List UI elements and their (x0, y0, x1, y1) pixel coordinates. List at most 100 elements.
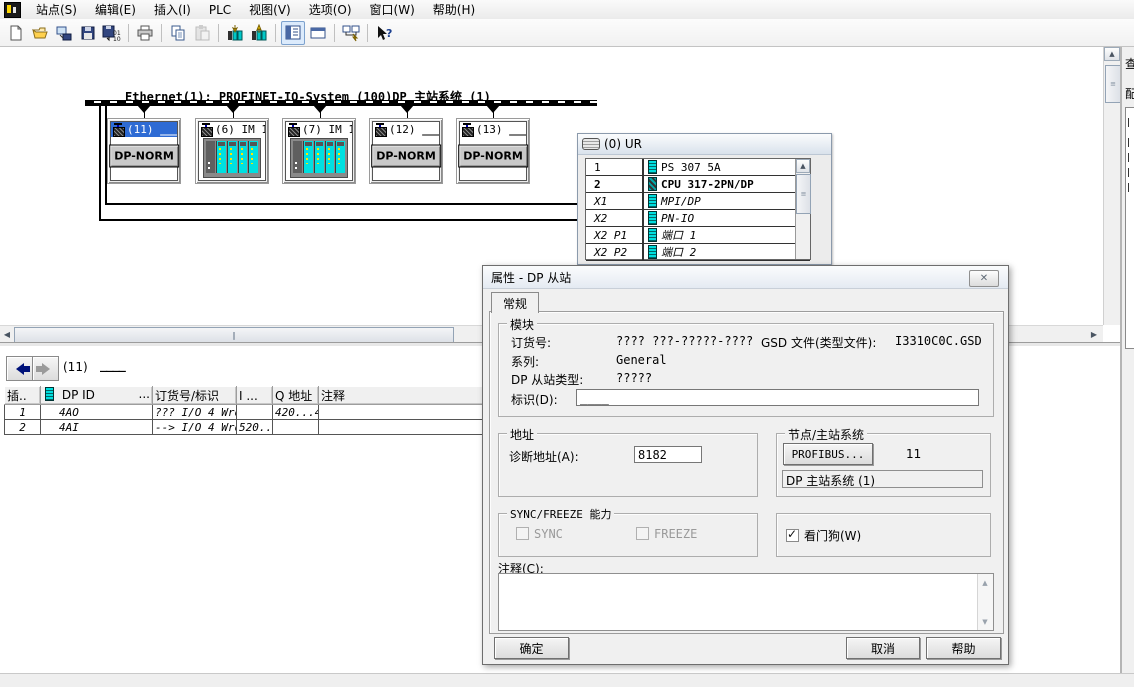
help-button[interactable]: 帮助 (926, 637, 1001, 659)
profibus-button[interactable]: PROFIBUS... (783, 443, 873, 465)
forward-arrow-icon (42, 363, 50, 375)
catalog-toggle-icon[interactable] (281, 21, 305, 45)
station-app-icon[interactable] (4, 2, 21, 18)
rack-row-x2[interactable]: X2 PN-IO (586, 210, 810, 227)
scroll-down-icon[interactable]: ▼ (979, 615, 991, 628)
dp-norm-badge: DP-NORM (371, 145, 441, 168)
rack-window[interactable]: (0) UR 1 PS 307 5A 2 CPU 317-2PN/DP X1 M… (577, 133, 832, 265)
menu-help[interactable]: 帮助(H) (424, 0, 484, 20)
open-icon[interactable] (29, 22, 51, 44)
scroll-up-icon[interactable]: ▲ (979, 576, 991, 589)
dp-slave-13[interactable]: (13) ____ DP-NORM (456, 118, 530, 184)
col-dp-id[interactable]: DP ID ... (41, 387, 153, 405)
col-i-addr[interactable]: I ... (237, 387, 273, 405)
hardware-catalog-panel[interactable]: 查 配 (1120, 47, 1134, 673)
dp-norm-badge: DP-NORM (458, 145, 528, 168)
forward-button[interactable] (32, 356, 59, 381)
rack-row-x1[interactable]: X1 MPI/DP (586, 193, 810, 210)
freeze-label: FREEZE (654, 527, 697, 541)
menu-station[interactable]: 站点(S) (27, 0, 86, 20)
drop-triangle (137, 105, 151, 113)
sync-checkbox-box (516, 527, 529, 540)
slot-number: X1 (586, 193, 644, 209)
col-slot[interactable]: 插.. (5, 387, 41, 405)
print-icon[interactable] (134, 22, 156, 44)
comment-textarea[interactable]: ▲ ▼ (498, 573, 994, 631)
address-overview-icon[interactable] (307, 22, 329, 44)
scroll-right-icon[interactable]: ▶ (1087, 327, 1101, 341)
hw-config-window: 站点(S) 编辑(E) 插入(I) PLC 视图(V) 选项(O) 窗口(W) … (0, 0, 1134, 687)
copy-icon[interactable] (167, 22, 189, 44)
group-label: 地址 (507, 426, 537, 443)
cell-order: --> I/O 4 Wrd (153, 420, 237, 435)
dp-slave-12[interactable]: (12) ____ DP-NORM (369, 118, 443, 184)
save-station-icon[interactable] (53, 22, 75, 44)
menu-plc[interactable]: PLC (200, 1, 240, 19)
master-system-box: DP 主站系统 (1) (782, 470, 983, 488)
dp-slave-11[interactable]: (11) ____ DP-NORM (107, 118, 181, 184)
menu-options[interactable]: 选项(O) (300, 0, 361, 20)
drop-triangle (486, 105, 500, 113)
device-title[interactable]: (7) IM 15 (286, 122, 352, 137)
save-icon[interactable] (77, 22, 99, 44)
device-title[interactable]: (12) ____ (373, 122, 439, 137)
dialog-titlebar[interactable]: 属性 - DP 从站 (483, 266, 1008, 289)
vertical-scrollbar[interactable]: ▲ ≡ (1103, 47, 1121, 325)
download-icon[interactable] (224, 22, 246, 44)
back-button[interactable] (6, 356, 33, 381)
network-config-icon[interactable] (340, 22, 362, 44)
dp-slave-icon (200, 123, 213, 136)
ok-button[interactable]: 确定 (494, 637, 569, 659)
menu-window[interactable]: 窗口(W) (361, 0, 424, 20)
menu-view[interactable]: 视图(V) (240, 0, 300, 20)
table-row[interactable]: 2 4AI --> I/O 4 Wrd 520...5 (5, 420, 557, 435)
tab-general[interactable]: 常规 (491, 292, 539, 313)
gsd-file-label: GSD 文件(类型文件): (761, 334, 876, 351)
scroll-left-icon[interactable]: ◀ (0, 327, 14, 341)
module-name: PS 307 5A (661, 161, 721, 174)
profinet-dp-bus[interactable] (85, 100, 597, 106)
table-row[interactable]: 1 4AO ??? I/O 4 Wrd 420...42 (5, 405, 557, 420)
scrollbar-thumb[interactable]: ∥ (14, 327, 454, 343)
rack-window-title: (0) UR (604, 137, 642, 151)
scrollbar-thumb[interactable]: ≡ (796, 174, 811, 214)
designation-input[interactable]: ____ (576, 389, 979, 406)
scroll-up-icon[interactable]: ▲ (796, 159, 810, 173)
slot-number: 2 (586, 176, 644, 192)
new-icon[interactable] (5, 22, 27, 44)
upload-icon[interactable] (248, 22, 270, 44)
dp-slave-icon (287, 123, 300, 136)
scroll-up-icon[interactable]: ▲ (1104, 47, 1120, 61)
col-order[interactable]: 订货号/标识 (153, 387, 237, 405)
module-name: 端口 2 (661, 244, 696, 260)
watchdog-checkbox[interactable]: 看门狗(W) (786, 527, 861, 544)
device-title[interactable]: (11) ____ (111, 122, 177, 137)
freeze-checkbox: FREEZE (636, 527, 697, 541)
rack-row-x2p1[interactable]: X2 P1 端口 1 (586, 227, 810, 244)
watchdog-checkbox-box[interactable] (786, 529, 799, 542)
rack-row-x2p2[interactable]: X2 P2 端口 2 (586, 244, 810, 261)
node-address-value: 11 (906, 447, 921, 461)
menu-insert[interactable]: 插入(I) (145, 0, 200, 20)
connector-line (105, 203, 577, 205)
close-icon[interactable]: ✕ (969, 270, 999, 287)
catalog-tree-sliver[interactable] (1125, 107, 1134, 349)
device-title[interactable]: (6) IM 15 (199, 122, 265, 137)
rack-row-1[interactable]: 1 PS 307 5A (586, 159, 810, 176)
dp-slave-6[interactable]: (6) IM 15 (195, 118, 269, 184)
rack-row-2[interactable]: 2 CPU 317-2PN/DP (586, 176, 810, 193)
comment-scrollbar[interactable]: ▲ ▼ (977, 574, 993, 630)
col-q-addr[interactable]: Q 地址 (273, 387, 319, 405)
et200-rack-image (290, 138, 348, 178)
properties-dp-slave-dialog[interactable]: 属性 - DP 从站 ✕ 常规 模块 订货号: ???? ???-?????-?… (482, 265, 1009, 665)
diagnostic-address-input[interactable]: 8182 (634, 446, 702, 463)
save-compile-icon[interactable]: 0110 (101, 22, 123, 44)
rack-window-titlebar[interactable]: (0) UR (578, 134, 831, 155)
menu-edit[interactable]: 编辑(E) (86, 0, 145, 20)
dp-slave-7[interactable]: (7) IM 15 (282, 118, 356, 184)
help-icon[interactable]: ? (373, 22, 395, 44)
cancel-button[interactable]: 取消 (846, 637, 920, 659)
rack-scrollbar[interactable]: ▲ ≡ (795, 159, 810, 259)
device-title[interactable]: (13) ____ (460, 122, 526, 137)
scrollbar-thumb[interactable]: ≡ (1105, 65, 1121, 103)
